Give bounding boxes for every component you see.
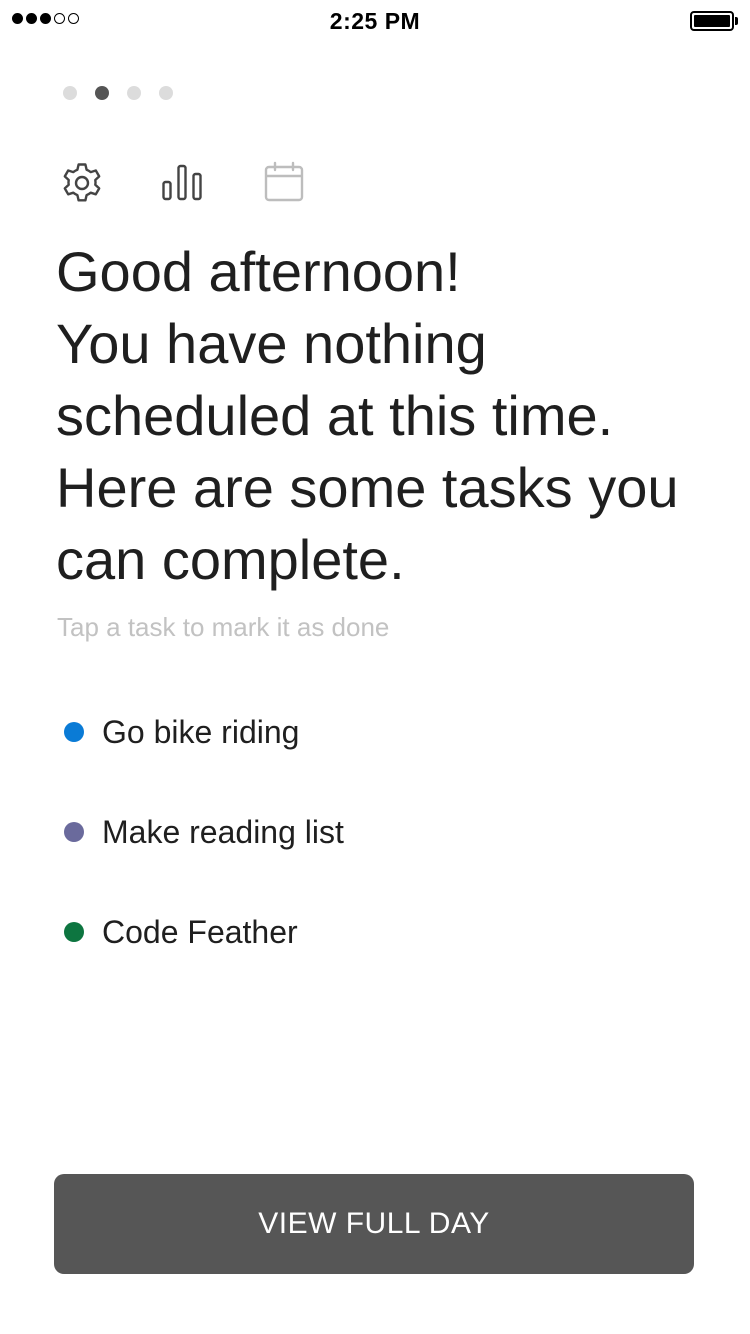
greeting-line: You have nothing (56, 312, 487, 375)
task-color-dot (64, 822, 84, 842)
calendar-icon (264, 161, 304, 202)
calendar-button[interactable] (260, 160, 308, 206)
bar-chart-icon (162, 164, 202, 201)
battery-icon (690, 11, 738, 31)
task-label: Code Feather (102, 913, 298, 950)
status-time: 2:25 PM (329, 8, 421, 34)
settings-button[interactable] (58, 160, 106, 206)
task-color-dot (64, 922, 84, 942)
status-bar: 2:25 PM (0, 0, 750, 40)
page-dot[interactable] (63, 86, 77, 100)
task-item-code-feather[interactable]: Code Feather (64, 900, 664, 964)
greeting-line: can complete. (56, 528, 405, 591)
page-dot-active[interactable] (95, 86, 109, 100)
task-label: Go bike riding (102, 713, 300, 750)
greeting-line: Here are some tasks you (56, 456, 679, 519)
task-hint: Tap a task to mark it as done (57, 612, 390, 642)
gear-icon (63, 163, 101, 202)
page-dot[interactable] (159, 86, 173, 100)
greeting-line: Good afternoon! (56, 240, 461, 303)
page-dot[interactable] (127, 86, 141, 100)
task-label: Make reading list (102, 813, 344, 850)
statistics-button[interactable] (158, 160, 206, 206)
task-color-dot (64, 722, 84, 742)
view-full-day-button[interactable]: VIEW FULL DAY (54, 1174, 694, 1274)
task-item-make-reading-list[interactable]: Make reading list (64, 800, 664, 864)
page-indicator (63, 86, 173, 100)
greeting-line: scheduled at this time. (56, 384, 614, 447)
task-item-go-bike-riding[interactable]: Go bike riding (64, 700, 664, 764)
greeting-message: Good afternoon! You have nothing schedul… (56, 236, 716, 596)
